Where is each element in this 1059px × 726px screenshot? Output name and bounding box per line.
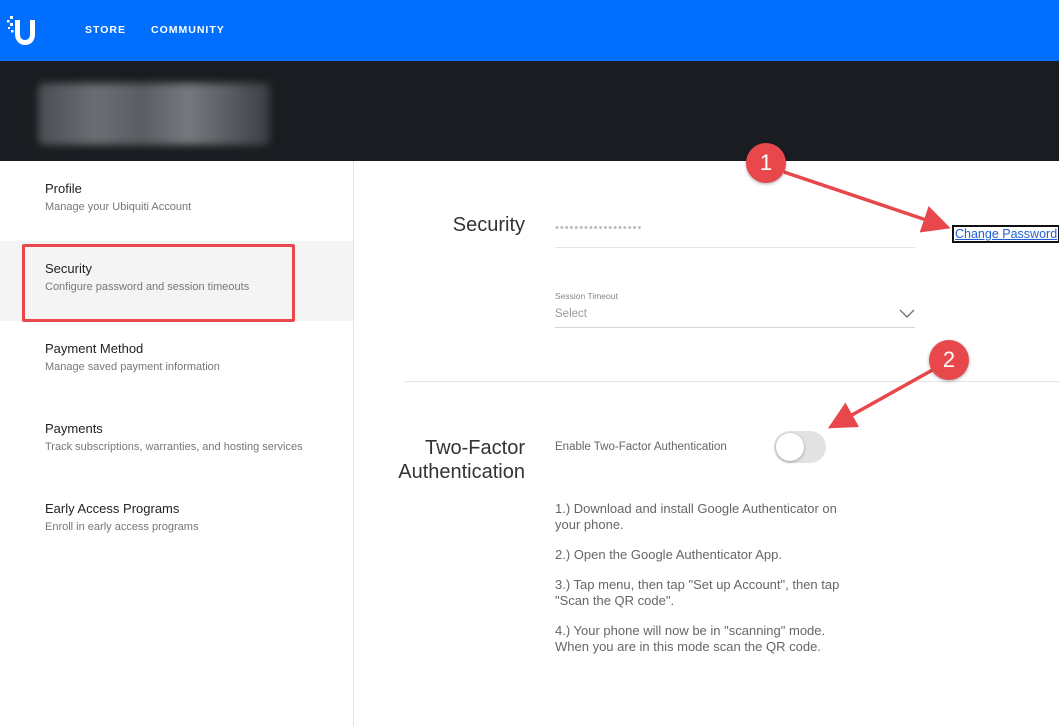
toggle-knob [776,433,804,461]
sidebar-item-payment-method[interactable]: Payment Method Manage saved payment info… [0,321,353,401]
sidebar-item-title: Payments [45,421,103,436]
sidebar-item-payments[interactable]: Payments Track subscriptions, warranties… [0,401,353,481]
two-factor-section-title: Two-Factor Authentication [398,436,525,484]
sidebar-item-title: Security [45,261,92,276]
top-navbar: STORE COMMUNITY [0,0,1059,61]
settings-sidebar: Profile Manage your Ubiquiti Account Sec… [0,161,354,726]
sidebar-item-desc: Manage your Ubiquiti Account [45,201,192,213]
sidebar-item-desc: Track subscriptions, warranties, and hos… [45,441,303,453]
security-section-title: Security [452,214,525,236]
password-field: •••••••••••••••••• [555,222,915,248]
sidebar-item-title: Early Access Programs [45,501,180,516]
sidebar-item-title: Payment Method [45,341,144,356]
blurred-account-name [38,83,270,145]
ubiquiti-logo-icon[interactable] [6,12,42,48]
sidebar-item-early-access[interactable]: Early Access Programs Enroll in early ac… [0,481,353,561]
two-factor-title-line: Two-Factor [424,437,525,459]
nav-store-link[interactable]: STORE [85,24,126,36]
two-factor-title-line: Authentication [398,461,525,483]
sidebar-item-security[interactable]: Security Configure password and session … [0,241,353,321]
annotation-badge-1: 1 [746,143,786,183]
two-factor-instructions: 1.) Download and install Google Authenti… [555,501,855,669]
instruction-step: 4.) Your phone will now be in "scanning"… [555,623,826,654]
chevron-down-icon [899,309,915,318]
nav-community-link[interactable]: COMMUNITY [151,24,225,36]
security-settings-panel: Security •••••••••••••••••• Change Passw… [355,161,1059,726]
session-timeout-select[interactable]: Select [555,304,915,328]
section-divider [405,381,1059,382]
sidebar-item-desc: Enroll in early access programs [45,521,199,533]
instruction-step: 3.) Tap menu, then tap "Set up Account",… [555,577,840,608]
instruction-step: 1.) Download and install Google Authenti… [555,501,837,532]
two-factor-toggle[interactable] [774,431,826,463]
session-timeout-value: Select [555,308,587,320]
annotation-badge-2: 2 [929,340,969,380]
sidebar-item-desc: Configure password and session timeouts [45,281,250,293]
sidebar-item-profile[interactable]: Profile Manage your Ubiquiti Account [0,161,353,241]
enable-two-factor-label: Enable Two-Factor Authentication [555,441,727,453]
instruction-step: 2.) Open the Google Authenticator App. [555,547,782,562]
sidebar-item-title: Profile [45,181,82,196]
change-password-link[interactable]: Change Password [951,225,1059,243]
sidebar-item-desc: Manage saved payment information [45,361,220,373]
session-timeout-label: Session Timeout [555,291,618,301]
account-header [0,61,1059,161]
